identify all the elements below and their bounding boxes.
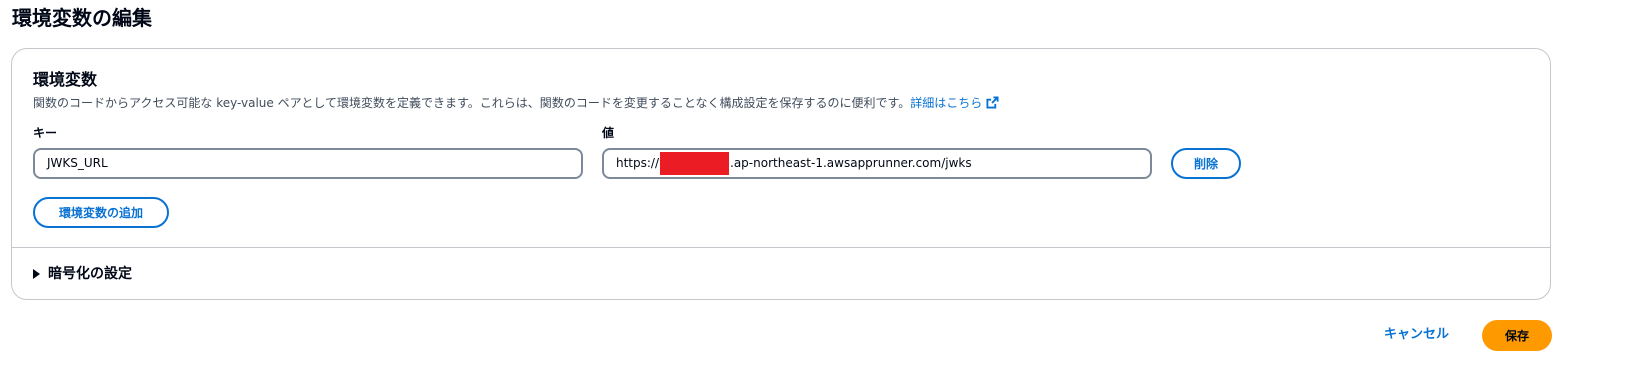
cancel-button[interactable]: キャンセル bbox=[1384, 325, 1449, 345]
learn-more-link[interactable]: 詳細はこちら bbox=[910, 96, 999, 110]
key-input[interactable]: JWKS_URL bbox=[33, 148, 583, 179]
value-input-prefix: https:// bbox=[616, 156, 660, 170]
key-label: キー bbox=[33, 126, 58, 140]
environment-variables-panel: 環境変数 関数のコードからアクセス可能な key-value ペアとして環境変数… bbox=[11, 48, 1551, 300]
caret-right-icon bbox=[33, 269, 40, 279]
section-description: 関数のコードからアクセス可能な key-value ペアとして環境変数を定義でき… bbox=[33, 94, 999, 112]
page-title: 環境変数の編集 bbox=[12, 6, 152, 30]
description-text: 関数のコードからアクセス可能な key-value ペアとして環境変数を定義でき… bbox=[33, 96, 911, 110]
redaction-block bbox=[660, 152, 730, 175]
encryption-settings-label: 暗号化の設定 bbox=[48, 266, 132, 282]
key-input-value: JWKS_URL bbox=[47, 156, 108, 170]
learn-more-label: 詳細はこちら bbox=[910, 96, 983, 110]
value-label: 値 bbox=[602, 126, 615, 140]
divider bbox=[12, 247, 1550, 248]
external-link-icon bbox=[986, 96, 999, 109]
section-title: 環境変数 bbox=[33, 70, 98, 89]
remove-button[interactable]: 削除 bbox=[1171, 148, 1241, 179]
encryption-settings-expander[interactable]: 暗号化の設定 bbox=[33, 264, 132, 284]
value-input-suffix: .ap-northeast-1.awsapprunner.com/jwks bbox=[730, 156, 972, 170]
value-input[interactable]: https:// .ap-northeast-1.awsapprunner.com… bbox=[602, 148, 1152, 179]
save-button[interactable]: 保存 bbox=[1482, 320, 1552, 351]
add-environment-variable-button[interactable]: 環境変数の追加 bbox=[33, 197, 169, 228]
